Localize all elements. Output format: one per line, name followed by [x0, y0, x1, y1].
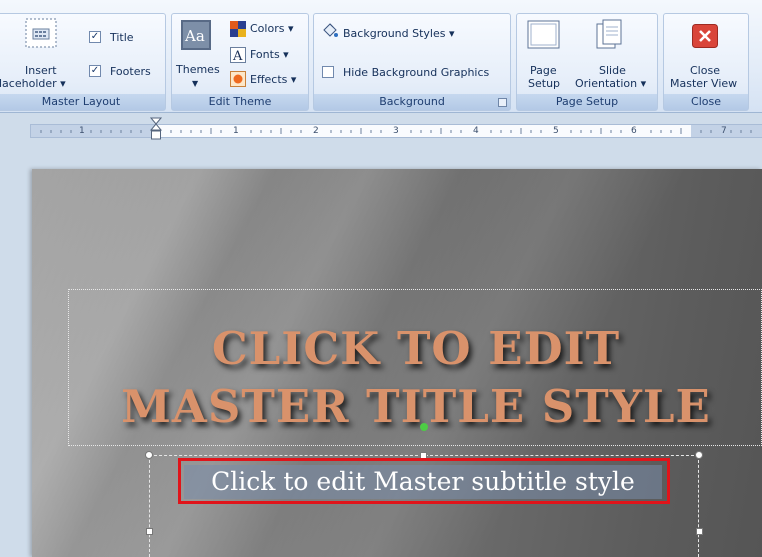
title-placeholder[interactable]: CLICK TO EDIT MASTER TITLE STYLE	[68, 289, 762, 446]
group-caption-edit-theme: Edit Theme	[172, 94, 308, 110]
page-setup-label[interactable]: Page	[530, 64, 557, 77]
rotation-handle[interactable]	[420, 423, 428, 431]
group-close: Close Master View Close	[663, 13, 749, 111]
group-caption-background: Background	[314, 94, 510, 110]
effects-button-label[interactable]: Effects ▾	[250, 73, 296, 86]
orientation-icon[interactable]	[595, 18, 625, 52]
footers-checkbox-label[interactable]: Footers	[110, 65, 151, 78]
paint-bucket-icon[interactable]	[321, 23, 339, 39]
themes-icon[interactable]: Aa	[181, 20, 211, 50]
indent-marker-icon[interactable]	[149, 117, 163, 149]
group-edit-theme: Aa Themes ▼ Colors ▾ A Fonts ▾ Effects ▾…	[171, 13, 309, 111]
background-dialog-launcher-icon[interactable]	[498, 98, 507, 107]
insert-placeholder-label[interactable]: Insert	[25, 64, 57, 77]
master-slide[interactable]: CLICK TO EDIT MASTER TITLE STYLE Click t…	[32, 169, 762, 557]
title-line-1: CLICK TO EDIT	[211, 322, 621, 375]
colors-button-label[interactable]: Colors ▾	[250, 22, 293, 35]
title-checkbox[interactable]: ✓	[89, 31, 101, 43]
group-caption-page-setup: Page Setup	[517, 94, 657, 110]
title-line-2: MASTER TITLE STYLE	[121, 380, 711, 433]
ruler-label: 1	[79, 126, 85, 136]
highlight-frame	[178, 458, 670, 504]
close-master-view-label[interactable]: Close	[690, 64, 720, 77]
page-setup-label-2[interactable]: Setup	[528, 77, 560, 90]
svg-text:Aa: Aa	[184, 27, 205, 45]
group-page-setup: Page Setup Slide Orientation ▾ Page Setu…	[516, 13, 658, 111]
slide-canvas: CLICK TO EDIT MASTER TITLE STYLE Click t…	[0, 149, 762, 557]
ruler-label: 1	[233, 126, 239, 136]
background-styles-label[interactable]: Background Styles ▾	[343, 27, 455, 40]
group-caption-close: Close	[664, 94, 748, 110]
resize-handle-top-left[interactable]	[145, 451, 153, 459]
resize-handle-left-middle[interactable]	[146, 528, 153, 535]
group-master-layout: Insert laceholder ▾ ✓ Title ✓ Footers Ma…	[0, 13, 166, 111]
fonts-button-label[interactable]: Fonts ▾	[250, 48, 289, 61]
group-background: Background Styles ▾ Hide Background Grap…	[313, 13, 511, 111]
title-checkbox-label[interactable]: Title	[110, 31, 134, 44]
hide-background-graphics-checkbox[interactable]	[322, 66, 334, 78]
horizontal-ruler: 1 1 2 3 4 5 6 7	[0, 113, 762, 149]
ruler-label: 6	[631, 126, 637, 136]
fonts-icon[interactable]: A	[230, 47, 246, 64]
svg-text:A: A	[232, 49, 243, 63]
page-setup-icon[interactable]	[527, 20, 561, 50]
ruler-label: 7	[721, 126, 727, 136]
ruler-label: 2	[313, 126, 319, 136]
ruler-label: 5	[553, 126, 559, 136]
hide-background-graphics-label[interactable]: Hide Background Graphics	[343, 66, 489, 79]
themes-button-label[interactable]: Themes	[176, 63, 220, 76]
ruler-label: 4	[473, 126, 479, 136]
insert-placeholder-label-2[interactable]: laceholder ▾	[0, 77, 66, 90]
close-master-view-label-2[interactable]: Master View	[670, 77, 737, 90]
resize-handle-right-middle[interactable]	[696, 528, 703, 535]
footers-checkbox[interactable]: ✓	[89, 65, 101, 77]
effects-icon[interactable]	[230, 71, 246, 87]
slide-orientation-label[interactable]: Slide	[599, 64, 626, 77]
colors-icon[interactable]	[230, 21, 246, 37]
themes-dropdown-arrow[interactable]: ▼	[192, 77, 198, 90]
resize-handle-top-right[interactable]	[695, 451, 703, 459]
ruler-strip[interactable]: 1 1 2 3 4 5 6 7	[30, 124, 762, 138]
ruler-label: 3	[393, 126, 399, 136]
slide-orientation-label-2[interactable]: Orientation ▾	[575, 77, 646, 90]
group-caption-master-layout: Master Layout	[0, 94, 165, 110]
placeholder-icon[interactable]	[25, 18, 59, 50]
ribbon: Insert laceholder ▾ ✓ Title ✓ Footers Ma…	[0, 0, 762, 113]
close-icon[interactable]	[692, 24, 718, 48]
